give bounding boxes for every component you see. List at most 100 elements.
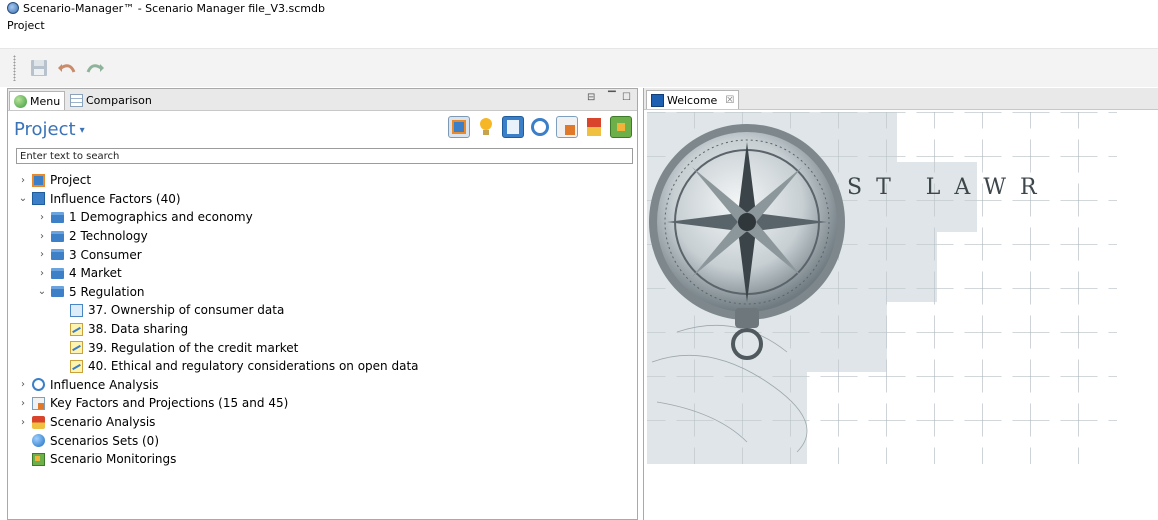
welcome-panel: Welcome ☒ ST LAWR <box>643 88 1158 520</box>
tab-menu[interactable]: Menu <box>9 91 66 110</box>
chevron-right-icon[interactable]: › <box>16 417 30 428</box>
tree-item-label: 4 Market <box>69 266 122 281</box>
folder-icon <box>51 211 64 223</box>
search-input[interactable] <box>16 148 633 164</box>
globe-icon <box>32 434 45 448</box>
tree-item[interactable]: Scenario Monitorings <box>16 450 636 469</box>
tree-item[interactable]: › Influence Analysis <box>16 376 636 395</box>
table-icon <box>70 94 83 107</box>
tree-item[interactable]: › 3 Consumer <box>16 245 636 264</box>
chevron-down-icon[interactable]: ⌄ <box>16 193 30 204</box>
tab-welcome[interactable]: Welcome ☒ <box>646 90 740 109</box>
tree-item[interactable]: 40. Ethical and regulatory consideration… <box>16 357 636 376</box>
app-icon <box>7 2 19 14</box>
save-button[interactable] <box>26 55 52 81</box>
chevron-right-icon[interactable]: › <box>16 379 30 390</box>
tree-item-label: Scenario Analysis <box>50 415 156 430</box>
tree-item-label: 3 Consumer <box>69 247 142 262</box>
image-caption-text: ST LAWR <box>847 175 1051 200</box>
header-toolbar <box>443 116 632 138</box>
tree-item-label: Scenario Monitorings <box>50 452 177 467</box>
tab-comparison[interactable]: Comparison <box>66 91 156 110</box>
project-icon <box>452 120 466 134</box>
scenario-monitoring-button[interactable] <box>610 116 632 138</box>
monitor-icon <box>651 93 664 107</box>
title-bar: Scenario-Manager™ - Scenario Manager fil… <box>0 0 1158 16</box>
close-icon[interactable]: ☒ <box>725 95 734 106</box>
tree-item-label: 5 Regulation <box>69 284 145 299</box>
monitoring-icon <box>32 452 45 466</box>
project-header: Project ▾ <box>8 111 637 147</box>
maximize-icon[interactable]: ☐ <box>622 92 631 103</box>
toolbar-grip[interactable] <box>13 55 16 81</box>
chevron-down-icon[interactable]: ⌄ <box>35 286 49 297</box>
tree-item-label: Key Factors and Projections (15 and 45) <box>50 396 289 411</box>
save-icon <box>31 60 47 76</box>
undo-icon <box>58 64 76 73</box>
menu-project[interactable]: Project <box>0 19 52 32</box>
book-icon <box>507 120 519 134</box>
page-icon <box>70 303 83 317</box>
chevron-down-icon: ▾ <box>79 124 85 136</box>
tree-item[interactable]: ⌄ 5 Regulation <box>16 283 636 302</box>
project-tree: › Project ⌄ Influence Factors (40) › 1 Demogr… <box>16 171 636 469</box>
compass-puzzle-image: ST LAWR <box>647 112 1117 464</box>
key-factors-button[interactable] <box>556 116 578 138</box>
tree-item-label: Influence Factors (40) <box>50 191 181 206</box>
analysis-icon <box>32 378 45 392</box>
tree-item-label: Scenarios Sets (0) <box>50 433 160 448</box>
collapse-all-icon[interactable]: ⊟ <box>587 92 595 103</box>
influence-factors-button[interactable] <box>502 116 524 138</box>
globe-icon <box>14 94 27 108</box>
chevron-right-icon[interactable]: › <box>35 249 49 260</box>
tree-item-label: Project <box>50 173 92 188</box>
tree-item[interactable]: › Scenario Analysis <box>16 413 636 432</box>
project-icon <box>32 173 45 187</box>
tree-item-label: 38. Data sharing <box>88 322 189 337</box>
toolbar <box>0 48 1158 87</box>
chart-icon <box>70 359 83 373</box>
scenario-analysis-button[interactable] <box>583 116 605 138</box>
tree-item-label: 39. Regulation of the credit market <box>88 340 299 355</box>
tree-item-label: 40. Ethical and regulatory consideration… <box>88 359 419 374</box>
chevron-right-icon[interactable]: › <box>16 175 30 186</box>
tree-item[interactable]: › 4 Market <box>16 264 636 283</box>
chevron-right-icon[interactable]: › <box>35 212 49 223</box>
chevron-right-icon[interactable]: › <box>35 231 49 242</box>
tree-item[interactable]: ⌄ Influence Factors (40) <box>16 190 636 209</box>
right-tabstrip: Welcome ☒ <box>644 88 1158 110</box>
folder-icon <box>51 267 64 279</box>
project-view-button[interactable] <box>448 116 470 138</box>
minimize-icon[interactable]: ▔ <box>608 92 616 103</box>
menu-bar: Project <box>0 16 1158 34</box>
menu-panel: Menu Comparison ⊟ ▔ ☐ Project▾ › Project ⌄… <box>7 88 638 520</box>
scenario-analysis-icon <box>32 415 45 429</box>
book-icon <box>32 192 45 206</box>
project-dropdown[interactable]: Project ▾ <box>14 119 85 140</box>
tree-item[interactable]: › 1 Demographics and economy <box>16 208 636 227</box>
lightbulb-icon <box>480 118 492 135</box>
window-title: Scenario-Manager™ - Scenario Manager fil… <box>23 1 325 15</box>
redo-button[interactable] <box>82 55 108 81</box>
tree-item[interactable]: › 2 Technology <box>16 227 636 246</box>
monitoring-icon <box>617 123 625 131</box>
analysis-icon <box>531 118 549 136</box>
chevron-right-icon[interactable]: › <box>35 268 49 279</box>
tree-item[interactable]: 37. Ownership of consumer data <box>16 301 636 320</box>
influence-analysis-button[interactable] <box>529 116 551 138</box>
folder-icon <box>51 249 64 261</box>
tree-item-label: Influence Analysis <box>50 377 159 392</box>
scenario-analysis-icon <box>587 118 601 136</box>
undo-button[interactable] <box>54 55 80 81</box>
tree-item[interactable]: › Project <box>16 171 636 190</box>
tree-item[interactable]: 38. Data sharing <box>16 320 636 339</box>
chart-icon <box>70 322 83 336</box>
chevron-right-icon[interactable]: › <box>16 398 30 409</box>
left-tabstrip: Menu Comparison ⊟ ▔ ☐ <box>8 89 637 111</box>
tree-item[interactable]: › Key Factors and Projections (15 and 45) <box>16 394 636 413</box>
tree-item-label: 1 Demographics and economy <box>69 210 253 225</box>
tree-item[interactable]: 39. Regulation of the credit market <box>16 338 636 357</box>
idea-button[interactable] <box>475 116 497 138</box>
tree-item[interactable]: Scenarios Sets (0) <box>16 431 636 450</box>
folder-icon <box>51 230 64 242</box>
